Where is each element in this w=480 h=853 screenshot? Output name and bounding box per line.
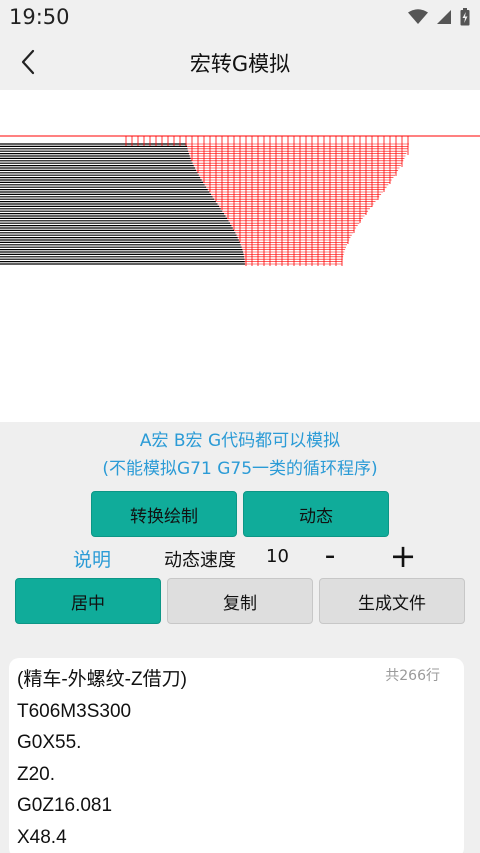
hint-unsupported: (不能模拟G71 G75一类的循环程序) <box>102 459 378 479</box>
copy-button[interactable]: 复制 <box>167 578 313 624</box>
explain-link[interactable]: 说明 <box>73 545 111 572</box>
code-line: Z20. <box>17 763 56 785</box>
app-bar: 宏转G模拟 <box>0 36 480 90</box>
simulation-canvas[interactable] <box>0 90 480 422</box>
convert-draw-button[interactable]: 转换绘制 <box>91 491 237 537</box>
wifi-icon <box>408 9 428 24</box>
code-line: G0X55. <box>17 732 82 753</box>
speed-row: 说明 动态速度 10 - + <box>0 539 480 574</box>
speed-label: 动态速度 <box>164 550 236 571</box>
status-time: 19:50 <box>9 5 70 29</box>
gcode-editor[interactable]: 共266行 (精车-外螺纹-Z借刀) T606M3S300 G0X55. Z20… <box>9 658 464 853</box>
speed-decrease-button[interactable]: - <box>316 539 344 573</box>
status-icons <box>408 8 470 26</box>
page-title: 宏转G模拟 <box>189 52 291 76</box>
animate-button[interactable]: 动态 <box>243 491 389 537</box>
hint-supported: A宏 B宏 G代码都可以模拟 <box>139 431 341 451</box>
code-line: T606M3S300 <box>17 700 132 722</box>
code-line: X48.4 <box>17 826 67 848</box>
status-bar: 19:50 <box>0 0 480 36</box>
speed-increase-button[interactable]: + <box>388 539 418 573</box>
toolpath-drawing <box>0 135 480 266</box>
line-count: 共266行 <box>385 668 440 684</box>
code-line: G0Z16.081 <box>17 795 113 816</box>
generate-file-button[interactable]: 生成文件 <box>319 578 465 624</box>
code-lines: (精车-外螺纹-Z借刀) T606M3S300 G0X55. Z20. G0Z1… <box>17 664 187 853</box>
battery-icon <box>460 8 470 26</box>
signal-icon <box>437 10 451 24</box>
speed-value: 10 <box>266 546 289 567</box>
center-button[interactable]: 居中 <box>15 578 161 624</box>
code-line: (精车-外螺纹-Z借刀) <box>17 669 187 690</box>
